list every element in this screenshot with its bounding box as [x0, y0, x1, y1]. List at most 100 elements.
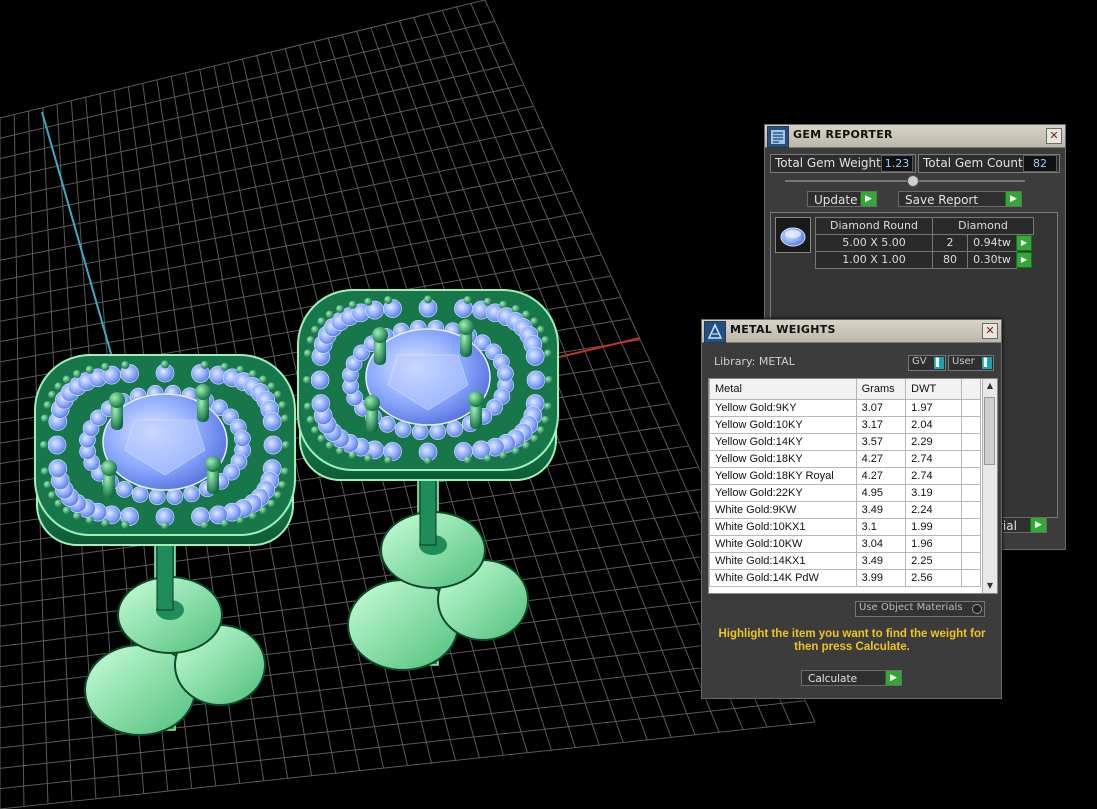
- gv-library-toggle[interactable]: GV ▌: [908, 355, 946, 371]
- halo-gem: [525, 346, 545, 366]
- metal-weights-table[interactable]: Metal Grams DWT Yellow Gold:9KY 3.07 1.97 Y…: [708, 378, 998, 594]
- dwt-column-header[interactable]: DWT: [905, 379, 963, 400]
- grams-cell: 3.49: [855, 501, 907, 519]
- bead: [483, 454, 492, 463]
- metal-name-cell: White Gold:10KX1: [709, 518, 857, 536]
- metal-table: Metal Grams DWT Yellow Gold:9KY 3.07 1.97 Y…: [709, 379, 981, 587]
- gem-reporter-close-button[interactable]: ✕: [1046, 128, 1062, 144]
- user-library-toggle[interactable]: User ▌: [948, 355, 994, 371]
- bead: [161, 521, 169, 530]
- bead: [85, 365, 94, 374]
- metal-weights-panel: METAL WEIGHTS ✕ Library: METAL GV ▌ User…: [701, 319, 1002, 699]
- bead: [306, 336, 315, 345]
- blank-cell: [961, 467, 981, 485]
- bead: [336, 304, 345, 313]
- gem-material-header: Diamond: [932, 217, 1034, 235]
- prong-tip: [458, 319, 474, 335]
- bead: [463, 456, 472, 465]
- table-row[interactable]: Yellow Gold:18KY 4.27 2.74: [709, 450, 981, 468]
- table-row[interactable]: Yellow Gold:9KY 3.07 1.97: [709, 399, 981, 417]
- bead: [220, 519, 229, 528]
- metal-name-cell: Yellow Gold:9KY: [709, 399, 857, 417]
- bead: [544, 349, 553, 358]
- bead: [348, 300, 357, 309]
- gem-size-cell: 1.00 X 1.00: [815, 251, 933, 269]
- use-object-materials-toggle[interactable]: Use Object Materials: [855, 601, 985, 617]
- bead: [511, 304, 520, 313]
- bead: [336, 447, 345, 456]
- select-gem-row-button[interactable]: ▶: [1016, 252, 1032, 268]
- bead: [424, 295, 432, 304]
- dwt-cell: 2.04: [905, 416, 963, 434]
- gem-totals-row: Total Gem Weight 1.23 Total Gem Count 82: [770, 154, 1060, 174]
- dwt-cell: 2.56: [905, 569, 963, 587]
- table-row[interactable]: White Gold:10KX1 3.1 1.99: [709, 518, 981, 536]
- metal-weights-titlebar[interactable]: METAL WEIGHTS ✕: [702, 320, 1001, 343]
- table-scrollbar[interactable]: ▲ ▼: [982, 379, 997, 593]
- metal-weights-close-button[interactable]: ✕: [982, 323, 998, 339]
- bead: [278, 401, 287, 410]
- metal-name-cell: Yellow Gold:14KY: [709, 433, 857, 451]
- metal-column-header[interactable]: Metal: [709, 379, 857, 400]
- play-arrow-icon: ▶: [1005, 192, 1021, 206]
- halo-gem: [526, 370, 546, 390]
- bead: [101, 519, 110, 528]
- bead: [200, 360, 209, 369]
- bead: [236, 516, 245, 525]
- calculate-button[interactable]: Calculate ▶: [801, 670, 902, 686]
- gem-weight-cell: 0.94tw: [967, 234, 1017, 252]
- earring-model[interactable]: [34, 289, 559, 736]
- save-report-button[interactable]: Save Report ▶: [898, 191, 1022, 207]
- table-row[interactable]: Yellow Gold:18KY Royal 4.27 2.74: [709, 467, 981, 485]
- table-row[interactable]: White Gold:14KX1 3.49 2.25: [709, 552, 981, 570]
- bead: [121, 521, 130, 530]
- halo-gem: [262, 411, 282, 431]
- prong-tip: [205, 456, 221, 472]
- dwt-cell: 2.74: [905, 450, 963, 468]
- grams-column-header[interactable]: Grams: [855, 379, 907, 400]
- dwt-cell: 1.99: [905, 518, 963, 536]
- bead: [248, 512, 257, 521]
- table-row[interactable]: Yellow Gold:14KY 3.57 2.29: [709, 433, 981, 451]
- bead: [62, 375, 71, 384]
- dwt-cell: 1.97: [905, 399, 963, 417]
- blank-cell: [961, 399, 981, 417]
- halo-gem: [48, 459, 68, 479]
- panel-splitter[interactable]: [785, 175, 1025, 187]
- scroll-down-icon[interactable]: ▼: [983, 579, 997, 593]
- bead: [530, 317, 539, 326]
- bead: [522, 310, 531, 319]
- bead: [43, 401, 52, 410]
- table-row[interactable]: White Gold:10KW 3.04 1.96: [709, 535, 981, 553]
- gem-reporter-title: GEM REPORTER: [793, 128, 893, 141]
- blank-cell: [961, 518, 981, 536]
- table-row[interactable]: White Gold:14K PdW 3.99 2.56: [709, 569, 981, 587]
- update-button[interactable]: Update ▶: [807, 191, 877, 207]
- blank-cell: [961, 501, 981, 519]
- halo-gem: [148, 488, 166, 506]
- bead: [40, 441, 49, 449]
- bead: [54, 382, 63, 391]
- halo-gem: [263, 435, 283, 455]
- select-gem-row-button[interactable]: ▶: [1016, 235, 1032, 251]
- round-diamond-thumbnail[interactable]: [775, 217, 811, 253]
- metal-weights-title: METAL WEIGHTS: [730, 323, 836, 336]
- gem-reporter-titlebar[interactable]: GEM REPORTER ✕: [765, 125, 1065, 148]
- prong-tip: [101, 460, 117, 476]
- play-arrow-icon: ▶: [885, 671, 901, 685]
- metal-name-cell: Yellow Gold:22KY: [709, 484, 857, 502]
- bead: [121, 360, 130, 369]
- table-row[interactable]: Yellow Gold:10KY 3.17 2.04: [709, 416, 981, 434]
- radio-off-icon: [972, 604, 982, 614]
- table-row[interactable]: Yellow Gold:22KY 4.95 3.19: [709, 484, 981, 502]
- splitter-handle[interactable]: [907, 175, 919, 187]
- bead: [73, 512, 82, 521]
- prong-tip: [109, 392, 125, 408]
- bead: [499, 451, 508, 460]
- bead: [220, 362, 229, 371]
- bead: [463, 295, 472, 304]
- bead: [48, 390, 57, 399]
- scrollbar-thumb[interactable]: [984, 397, 995, 465]
- scroll-up-icon[interactable]: ▲: [983, 379, 997, 393]
- table-row[interactable]: White Gold:9KW 3.49 2.24: [709, 501, 981, 519]
